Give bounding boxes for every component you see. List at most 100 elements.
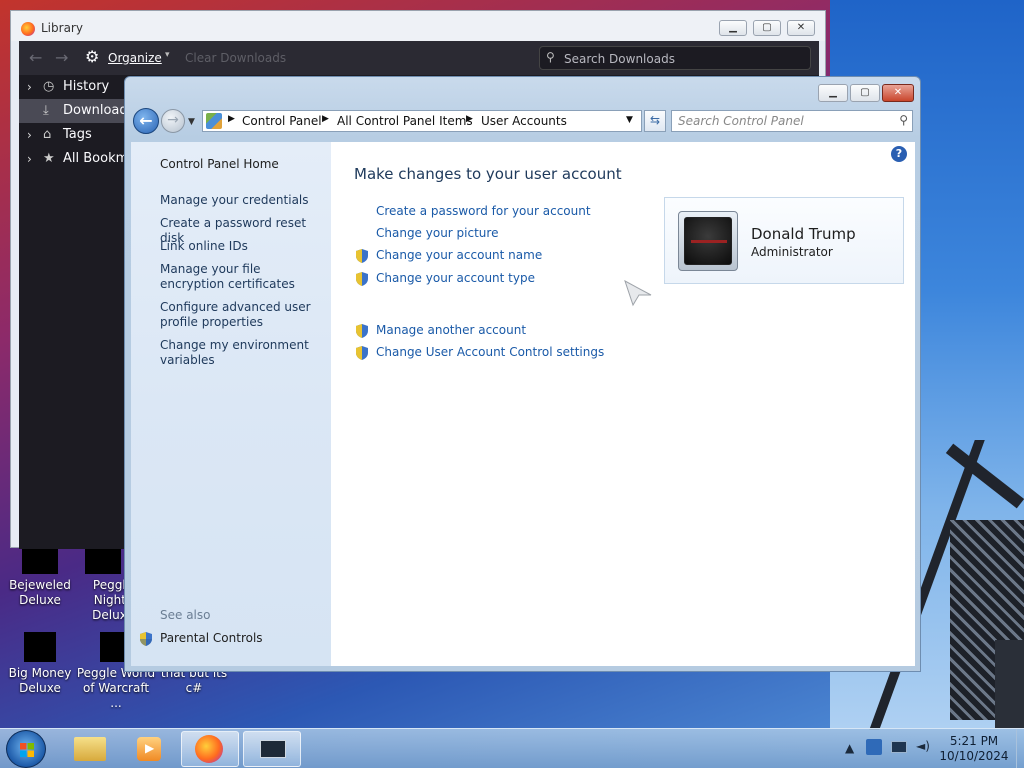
taskbar-control-panel[interactable] [243, 731, 301, 767]
manage-credentials-link[interactable]: Manage your credentials [160, 193, 326, 208]
uac-shield-icon [354, 323, 370, 339]
big-money-icon [24, 632, 56, 662]
peggle-nights-icon [85, 548, 121, 574]
maximize-button[interactable]: ▢ [850, 84, 880, 102]
windows-logo-icon [20, 743, 34, 757]
gear-icon: ⚙ [85, 47, 100, 66]
sidebar-item-tags[interactable]: › ⌂ Tags [19, 123, 129, 147]
user-picture [684, 217, 732, 265]
address-bar[interactable]: ▶ Control Panel ▶ All Control Panel Item… [202, 110, 642, 132]
breadcrumb-arrow-icon[interactable]: ▶ [322, 114, 329, 124]
show-hidden-icons[interactable]: ▲ [845, 741, 854, 755]
breadcrumb-control-panel[interactable]: Control Panel [242, 114, 322, 128]
file-encryption-link[interactable]: Manage your file encryption certificates [160, 262, 326, 292]
bejeweled-icon [22, 548, 58, 574]
search-downloads-field[interactable]: ⚲ Search Downloads [539, 46, 811, 70]
sidebar-item-history[interactable]: › ◷ History [19, 75, 129, 99]
minimize-button[interactable]: ▁ [818, 84, 848, 102]
desktop-icon-peggle-nights[interactable]: Peggle Nights Deluxe [78, 548, 128, 623]
clock-date: 10/10/2024 [939, 749, 1009, 763]
uac-shield-icon [354, 271, 370, 287]
breadcrumb-arrow-icon[interactable]: ▶ [228, 114, 235, 124]
breadcrumb-all-items[interactable]: All Control Panel Items [337, 114, 473, 128]
breadcrumb-arrow-icon[interactable]: ▶ [466, 114, 473, 124]
link-online-ids-link[interactable]: Link online IDs [160, 239, 326, 254]
address-dropdown-icon[interactable]: ▼ [626, 115, 633, 125]
network-icon[interactable] [891, 741, 907, 753]
page-heading: Make changes to your user account [354, 165, 622, 183]
tag-icon: ⌂ [43, 127, 52, 142]
sidebar-item-downloads[interactable]: ⤓ Downloads [19, 99, 129, 123]
search-control-panel-input[interactable] [678, 112, 888, 130]
task-pane: Control Panel Home Manage your credentia… [131, 142, 331, 666]
library-maximize-button[interactable]: ▢ [753, 20, 781, 36]
back-button[interactable]: ← [133, 108, 159, 134]
main-content: ? Make changes to your user account Crea… [331, 142, 915, 666]
library-minimize-button[interactable]: ▁ [719, 20, 747, 36]
forward-button[interactable]: → [161, 109, 185, 133]
control-panel-window: ▁ ▢ ✕ ← → ▼ ▶ Control Panel ▶ All Control … [124, 76, 921, 672]
mouse-cursor-icon [624, 279, 652, 307]
show-desktop-button[interactable] [1016, 729, 1024, 768]
clock-time: 5:21 PM [949, 734, 999, 748]
see-also-label: See also [160, 608, 211, 622]
clock-icon: ◷ [43, 79, 55, 94]
search-control-panel[interactable]: ⚲ [671, 110, 913, 132]
search-downloads-placeholder: Search Downloads [564, 52, 675, 66]
user-name: Donald Trump [751, 225, 856, 243]
chevron-right-icon: › [27, 128, 32, 142]
folder-icon [74, 737, 106, 761]
change-account-type-link[interactable]: Change your account type [376, 271, 535, 285]
sidebar-item-all-bookmarks[interactable]: › ★ All Bookmarks [19, 147, 129, 171]
user-role: Administrator [751, 245, 833, 259]
refresh-button[interactable]: ⇆ [644, 110, 666, 132]
caption-buttons: ▁ ▢ ✕ [816, 84, 914, 102]
breadcrumb-user-accounts[interactable]: User Accounts [481, 114, 567, 128]
desktop-icon-bejeweled[interactable]: Bejeweled Deluxe [0, 548, 80, 608]
avatar[interactable] [678, 211, 738, 271]
back-arrow-icon[interactable]: ← [29, 48, 42, 67]
help-icon[interactable]: ? [891, 146, 907, 162]
change-account-name-link[interactable]: Change your account name [376, 248, 542, 262]
user-account-card: Donald Trump Administrator [664, 197, 904, 284]
volume-icon[interactable]: ◄) [916, 739, 930, 753]
uac-shield-icon [138, 631, 154, 647]
clear-downloads-button[interactable]: Clear Downloads [185, 51, 286, 65]
library-close-button[interactable]: ✕ [787, 20, 815, 36]
taskbar-firefox[interactable] [181, 731, 239, 767]
manage-another-account-link[interactable]: Manage another account [376, 323, 526, 337]
advanced-profile-link[interactable]: Configure advanced user profile properti… [160, 300, 326, 330]
close-button[interactable]: ✕ [882, 84, 914, 102]
firefox-icon [195, 735, 223, 763]
parental-controls-link[interactable]: Parental Controls [160, 631, 326, 646]
control-panel-icon [206, 113, 222, 129]
recent-pages-dropdown[interactable]: ▼ [188, 117, 195, 127]
organize-dropdown-icon: ▾ [165, 50, 170, 60]
desktop-icon-big-money[interactable]: Big Money Deluxe [0, 632, 80, 696]
start-button[interactable] [6, 730, 46, 768]
organize-menu[interactable]: Organize [108, 51, 162, 65]
taskbar-media-player[interactable]: ▶ [121, 731, 179, 767]
star-icon: ★ [43, 151, 55, 166]
download-icon: ⤓ [43, 103, 49, 118]
environment-variables-link[interactable]: Change my environment variables [160, 338, 326, 368]
library-titlebar[interactable]: Library ▁ ▢ ✕ [11, 11, 825, 41]
search-icon: ⚲ [546, 50, 555, 64]
change-picture-link[interactable]: Change your picture [376, 226, 498, 240]
uac-shield-icon [354, 345, 370, 361]
action-center-icon[interactable] [866, 739, 882, 755]
forward-arrow-icon[interactable]: → [55, 48, 68, 67]
library-title: Library [41, 21, 83, 35]
uac-settings-link[interactable]: Change User Account Control settings [376, 345, 604, 359]
clock[interactable]: 5:21 PM 10/10/2024 [935, 734, 1013, 764]
control-panel-icon [260, 740, 286, 758]
chevron-right-icon: › [27, 152, 32, 166]
media-player-icon: ▶ [137, 737, 161, 761]
taskbar-explorer[interactable] [61, 731, 119, 767]
taskbar: ▶ ▲ ◄) 5:21 PM 10/10/2024 [0, 728, 1024, 768]
library-sidebar: › ◷ History ⤓ Downloads › ⌂ Tags › ★ All… [19, 75, 129, 549]
create-password-link[interactable]: Create a password for your account [376, 204, 591, 218]
control-panel-home-link[interactable]: Control Panel Home [160, 157, 326, 172]
chevron-right-icon: › [27, 80, 32, 94]
firefox-icon [21, 22, 35, 36]
